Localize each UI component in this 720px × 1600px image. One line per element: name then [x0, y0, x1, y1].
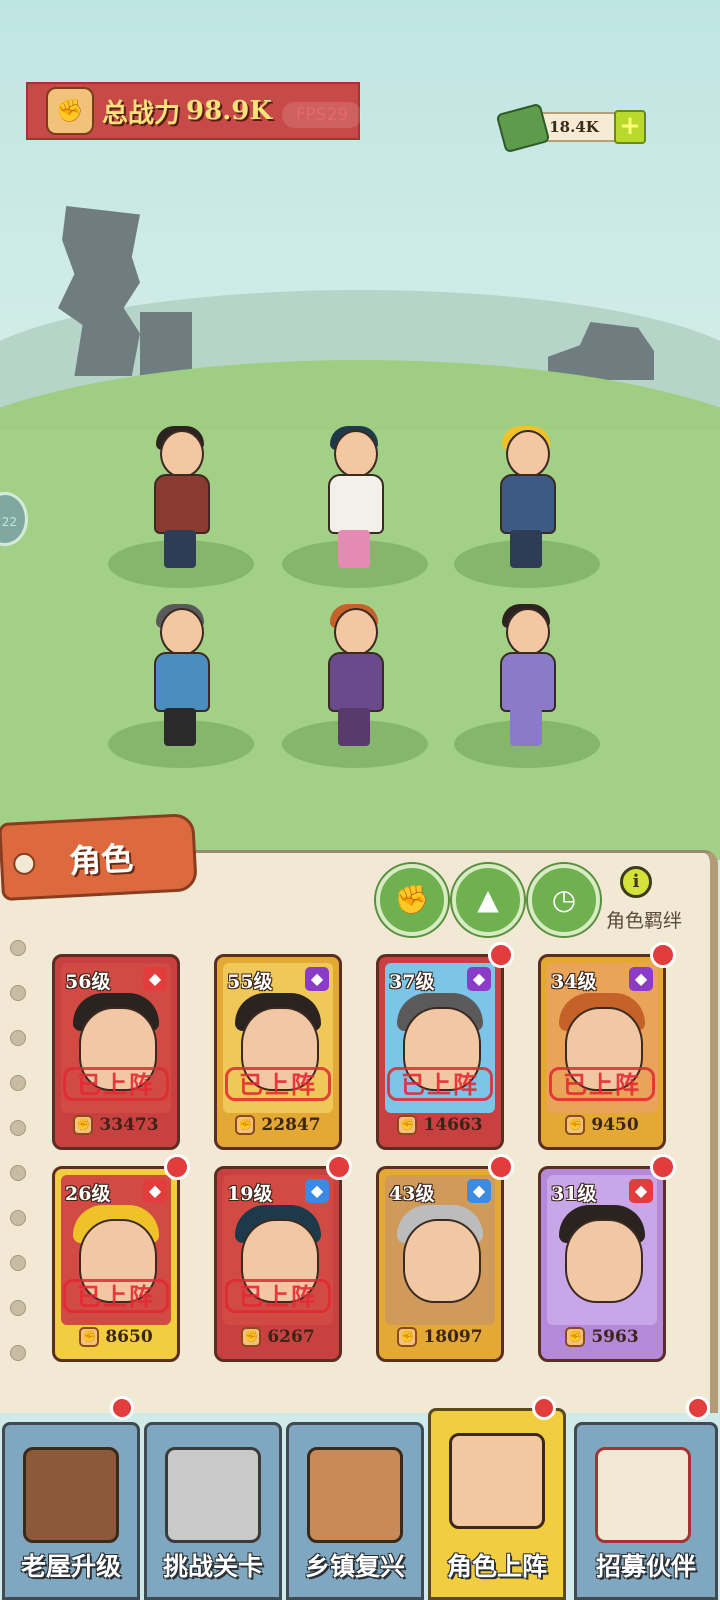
- cash-stack-icon: [495, 102, 551, 154]
- deployed-stamp: 已上阵: [225, 1279, 331, 1313]
- character-level: 34级: [551, 971, 597, 993]
- character-power: 18097: [423, 1327, 483, 1347]
- notification-badge: [650, 942, 676, 968]
- rarity-gem-icon: ◆: [467, 1179, 491, 1203]
- add-cash-button[interactable]: +: [614, 110, 646, 144]
- rarity-gem-icon: ◆: [305, 967, 329, 991]
- character-level: 26级: [65, 1183, 111, 1205]
- card-power: ✊ 6267: [223, 1321, 333, 1353]
- fist-bump-icon: ✊: [394, 883, 430, 916]
- character-level: 37级: [389, 971, 435, 993]
- character-power: 6267: [267, 1327, 315, 1347]
- fist-icon: ✊: [397, 1327, 418, 1347]
- character-level: 31级: [551, 1183, 597, 1205]
- card-power: ✊ 14663: [385, 1109, 495, 1141]
- deployed-stamp: 已上阵: [387, 1067, 493, 1101]
- fist-icon: ✊: [73, 1115, 94, 1135]
- nav-recruit-partner[interactable]: 招募伙伴: [574, 1422, 718, 1600]
- notification-badge: [164, 1154, 190, 1180]
- rarity-gem-icon: ◆: [467, 967, 491, 991]
- character-level: 56级: [65, 971, 111, 993]
- character-card[interactable]: 26级 ◆ 已上阵 ✊ 8650: [52, 1166, 180, 1362]
- character-card[interactable]: 43级 ◆ ✊ 18097: [376, 1166, 504, 1362]
- power-value: 98.9K: [186, 96, 272, 126]
- nav-house-upgrade[interactable]: 老屋升级: [2, 1422, 140, 1600]
- deployed-stamp: 已上阵: [225, 1067, 331, 1101]
- nav-challenge-level[interactable]: 挑战关卡: [144, 1422, 282, 1600]
- cash-display: 18.4K +: [495, 102, 646, 154]
- power-label: 总战力: [102, 98, 181, 129]
- deployed-stamp: 已上阵: [549, 1067, 655, 1101]
- character-power: 8650: [105, 1327, 153, 1347]
- rarity-gem-icon: ◆: [629, 1179, 653, 1203]
- hero-hardhat-worker[interactable]: [486, 426, 566, 570]
- notification-badge: [488, 1154, 514, 1180]
- chainsaw-icon: [165, 1447, 261, 1543]
- character-level: 55级: [227, 971, 273, 993]
- stopwatch-icon: ◷: [551, 883, 577, 916]
- notification-badge: [488, 942, 514, 968]
- character-power: 9450: [591, 1115, 639, 1135]
- character-card[interactable]: 56级 ◆ 已上阵 ✊ 33473: [52, 954, 180, 1150]
- fist-icon: ✊: [565, 1327, 586, 1347]
- character-level: 43级: [389, 1183, 435, 1205]
- character-card[interactable]: 19级 ◆ 已上阵 ✊ 6267: [214, 1166, 342, 1362]
- tab-title: 角色: [68, 839, 135, 881]
- notification-badge: [686, 1396, 710, 1420]
- deployed-stamp: 已上阵: [63, 1279, 169, 1313]
- fist-icon: ✊: [79, 1327, 100, 1347]
- bond-info-icon[interactable]: i: [620, 866, 652, 898]
- bottom-nav: 老屋升级 挑战关卡 乡镇复兴 角色上阵 招募伙伴: [0, 1396, 720, 1600]
- card-power: ✊ 5963: [547, 1321, 657, 1353]
- character-power: 22847: [261, 1115, 321, 1135]
- notification-badge: [110, 1396, 134, 1420]
- fist-bump-button[interactable]: ✊: [376, 864, 448, 936]
- notification-badge: [650, 1154, 676, 1180]
- fist-icon: ✊: [46, 87, 94, 135]
- rarity-gem-icon: ◆: [629, 967, 653, 991]
- character-power: 14663: [423, 1115, 483, 1135]
- fist-icon: ✊: [565, 1115, 586, 1135]
- fist-icon: ✊: [235, 1115, 256, 1135]
- notification-badge: [326, 1154, 352, 1180]
- character-tab-tag: 角色: [0, 812, 198, 902]
- card-power: ✊ 9450: [547, 1109, 657, 1141]
- building-upgrade-icon: ▲: [477, 883, 499, 916]
- hero-mother-with-kids[interactable]: [486, 604, 566, 748]
- house-icon: [23, 1447, 119, 1543]
- fist-icon: ✊: [241, 1327, 262, 1347]
- card-power: ✊ 33473: [61, 1109, 171, 1141]
- character-power: 5963: [591, 1327, 639, 1347]
- character-card[interactable]: 34级 ◆ 已上阵 ✊ 9450: [538, 954, 666, 1150]
- card-power: ✊ 18097: [385, 1321, 495, 1353]
- market-icon: [307, 1447, 403, 1543]
- character-card[interactable]: 37级 ◆ 已上阵 ✊ 14663: [376, 954, 504, 1150]
- card-power: ✊ 8650: [61, 1321, 171, 1353]
- notification-badge: [532, 1396, 556, 1420]
- hero-glasses-woman[interactable]: [140, 426, 220, 570]
- hero-water-carrier[interactable]: [140, 604, 220, 748]
- rarity-gem-icon: ◆: [305, 1179, 329, 1203]
- characters-icon: [449, 1433, 545, 1529]
- upgrade-building-button[interactable]: ▲: [452, 864, 524, 936]
- character-card[interactable]: 55级 ◆ 已上阵 ✊ 22847: [214, 954, 342, 1150]
- character-card[interactable]: 31级 ◆ ✊ 5963: [538, 1166, 666, 1362]
- bond-label[interactable]: 角色羁绊: [606, 906, 682, 933]
- hero-opera-girl[interactable]: [314, 426, 394, 570]
- card-power: ✊ 22847: [223, 1109, 333, 1141]
- character-power: 33473: [99, 1115, 159, 1135]
- notebook-holes: [10, 940, 30, 1390]
- ruined-building: [140, 312, 192, 376]
- hero-barber[interactable]: [314, 604, 394, 748]
- nav-town-revival[interactable]: 乡镇复兴: [286, 1422, 424, 1600]
- nav-character-deploy[interactable]: 角色上阵: [428, 1408, 566, 1600]
- character-level: 19级: [227, 1183, 273, 1205]
- deployed-stamp: 已上阵: [63, 1067, 169, 1101]
- rarity-gem-icon: ◆: [143, 1179, 167, 1203]
- fist-icon: ✊: [397, 1115, 418, 1135]
- rarity-gem-icon: ◆: [143, 967, 167, 991]
- fps-counter: FPS29: [282, 102, 362, 128]
- recruit-icon: [595, 1447, 691, 1543]
- auto-timer-button[interactable]: ◷: [528, 864, 600, 936]
